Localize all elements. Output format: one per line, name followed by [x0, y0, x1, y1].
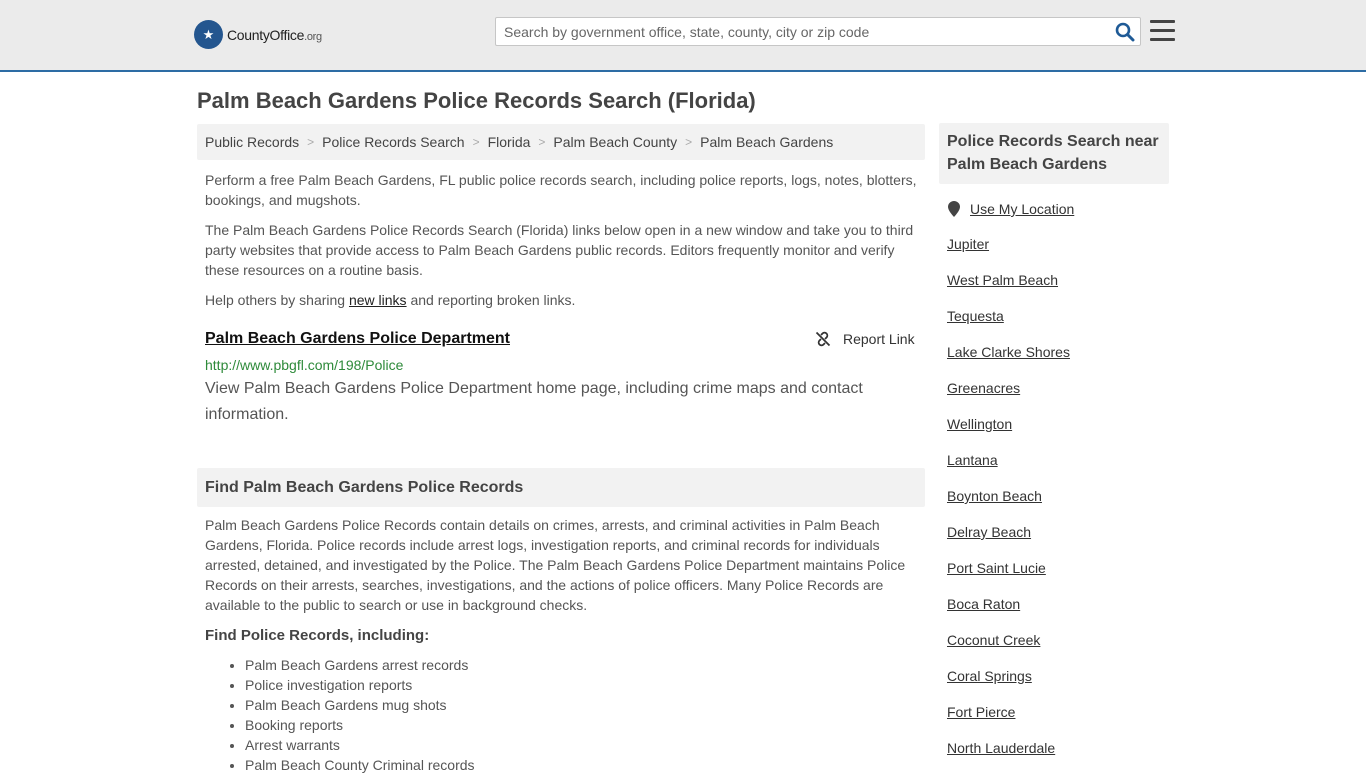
share-links-paragraph: Help others by sharing new links and rep… — [205, 292, 576, 308]
list-item: Tequesta — [947, 308, 1070, 344]
breadcrumb-item[interactable]: Police Records Search — [322, 134, 464, 150]
list-item: Booking reports — [245, 715, 475, 735]
site-header: ★ CountyOffice.org — [0, 0, 1366, 72]
hamburger-menu-icon[interactable] — [1150, 20, 1175, 42]
search-box — [495, 17, 1141, 46]
chevron-right-icon: > — [685, 135, 693, 149]
nearby-city-link[interactable]: Lantana — [947, 452, 998, 468]
list-item: Port Saint Lucie — [947, 560, 1070, 596]
chevron-right-icon: > — [538, 135, 546, 149]
nearby-city-link[interactable]: Boca Raton — [947, 596, 1020, 612]
nearby-city-link[interactable]: Delray Beach — [947, 524, 1031, 540]
nearby-city-link[interactable]: Lake Clarke Shores — [947, 344, 1070, 360]
list-item: Jupiter — [947, 236, 1070, 272]
list-item: West Palm Beach — [947, 272, 1070, 308]
list-item: Palm Beach Gardens arrest records — [245, 655, 475, 675]
report-link-button[interactable]: Report Link — [815, 331, 915, 347]
breadcrumb-item[interactable]: Palm Beach Gardens — [700, 134, 833, 150]
list-item: Greenacres — [947, 380, 1070, 416]
result-url: http://www.pbgfl.com/198/Police — [205, 357, 404, 373]
nearby-city-link[interactable]: Boynton Beach — [947, 488, 1042, 504]
breadcrumb-item[interactable]: Public Records — [205, 134, 299, 150]
nearby-city-link[interactable]: Fort Pierce — [947, 704, 1015, 720]
list-item: Police investigation reports — [245, 675, 475, 695]
find-records-subheading: Find Police Records, including: — [205, 627, 430, 644]
use-location: Use My Location — [948, 201, 1074, 217]
sidebar-heading: Police Records Search near Palm Beach Ga… — [939, 123, 1169, 184]
chevron-right-icon: > — [472, 135, 480, 149]
nearby-city-link[interactable]: North Lauderdale — [947, 740, 1055, 756]
find-records-body: Palm Beach Gardens Police Records contai… — [205, 517, 906, 613]
eagle-icon: ★ — [194, 20, 223, 49]
list-item: North Lauderdale — [947, 740, 1070, 776]
list-item: Wellington — [947, 416, 1070, 452]
list-item: Palm Beach County Criminal records — [245, 755, 475, 775]
list-item: Arrest warrants — [245, 735, 475, 755]
new-links-link[interactable]: new links — [349, 292, 407, 308]
nearby-city-link[interactable]: Coral Springs — [947, 668, 1032, 684]
list-item: Coconut Creek — [947, 632, 1070, 668]
list-item: Palm Beach Gardens mug shots — [245, 695, 475, 715]
list-item: Coral Springs — [947, 668, 1070, 704]
result-title-link[interactable]: Palm Beach Gardens Police Department — [205, 330, 510, 348]
page-title: Palm Beach Gardens Police Records Search… — [197, 88, 756, 113]
map-pin-icon — [948, 201, 960, 217]
list-item: Boynton Beach — [947, 488, 1070, 524]
list-item: Fort Pierce — [947, 704, 1070, 740]
nearby-city-link[interactable]: Port Saint Lucie — [947, 560, 1046, 576]
nearby-city-link[interactable]: Coconut Creek — [947, 632, 1040, 648]
breadcrumb-item[interactable]: Palm Beach County — [553, 134, 677, 150]
search-icon[interactable] — [1115, 22, 1135, 42]
search-input[interactable] — [496, 18, 1096, 45]
breadcrumb-item[interactable]: Florida — [488, 134, 531, 150]
site-logo[interactable]: ★ CountyOffice.org — [194, 20, 322, 49]
logo-text: CountyOffice.org — [227, 26, 322, 43]
result-description: View Palm Beach Gardens Police Departmen… — [205, 380, 863, 423]
list-item: Lake Clarke Shores — [947, 344, 1070, 380]
nearby-city-link[interactable]: Tequesta — [947, 308, 1004, 324]
find-records-heading: Find Palm Beach Gardens Police Records — [197, 468, 925, 507]
nearby-city-link[interactable]: Jupiter — [947, 236, 989, 252]
intro-paragraph: Perform a free Palm Beach Gardens, FL pu… — [205, 172, 917, 208]
list-item: Boca Raton — [947, 596, 1070, 632]
nearby-city-link[interactable]: Greenacres — [947, 380, 1020, 396]
use-my-location-link[interactable]: Use My Location — [970, 201, 1074, 217]
nearby-city-link[interactable]: West Palm Beach — [947, 272, 1058, 288]
disclaimer-paragraph: The Palm Beach Gardens Police Records Se… — [205, 222, 914, 278]
breadcrumb: Public Records > Police Records Search >… — [197, 124, 925, 160]
nearby-cities-list: Jupiter West Palm Beach Tequesta Lake Cl… — [947, 236, 1070, 776]
nearby-city-link[interactable]: Wellington — [947, 416, 1012, 432]
chevron-right-icon: > — [307, 135, 315, 149]
list-item: Delray Beach — [947, 524, 1070, 560]
broken-link-icon — [815, 331, 831, 347]
records-type-list: Palm Beach Gardens arrest records Police… — [245, 655, 475, 775]
list-item: Lantana — [947, 452, 1070, 488]
